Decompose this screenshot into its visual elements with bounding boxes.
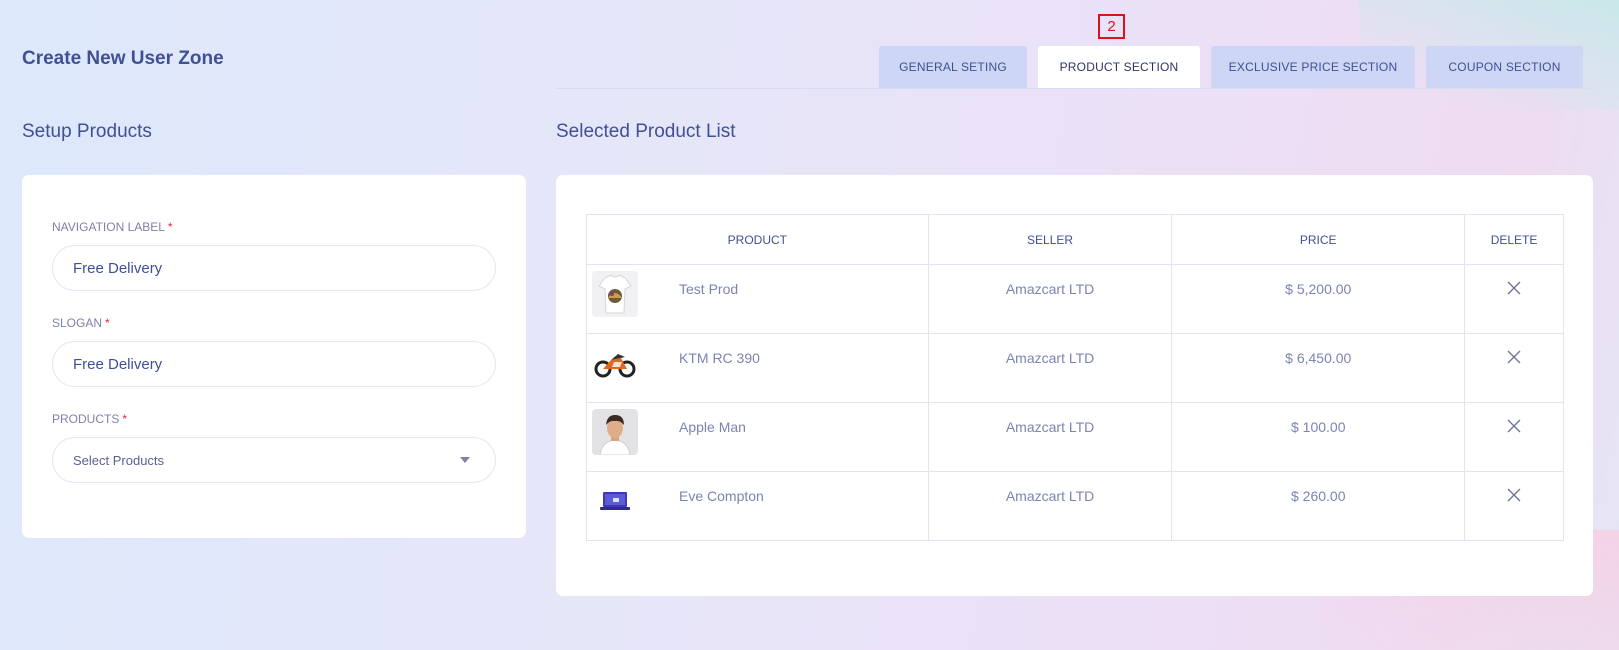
- product-cell: Eve Compton: [586, 471, 929, 541]
- laptop-image: [600, 492, 630, 510]
- product-name: Apple Man: [679, 419, 746, 435]
- delete-button[interactable]: [1507, 419, 1521, 436]
- product-thumbnail: [592, 271, 638, 317]
- product-name: Test Prod: [679, 281, 739, 297]
- close-icon: [1507, 350, 1521, 364]
- close-icon: [1507, 281, 1521, 295]
- section-tabs: GENERAL SETING PRODUCT SECTION EXCLUSIVE…: [556, 46, 1593, 89]
- table-row: Eve Compton Amazcart LTD $ 260.00: [586, 471, 1564, 541]
- tab-product-section[interactable]: PRODUCT SECTION: [1038, 46, 1200, 88]
- delete-cell: [1464, 402, 1564, 472]
- column-header-product: PRODUCT: [586, 214, 929, 265]
- price-cell: $ 260.00: [1171, 471, 1466, 541]
- delete-button[interactable]: [1507, 350, 1521, 367]
- setup-products-card: NAVIGATION LABEL* SLOGAN* PRODUCTS* Sele…: [22, 175, 526, 538]
- seller-cell: Amazcart LTD: [927, 471, 1173, 541]
- column-header-delete: DELETE: [1464, 214, 1564, 265]
- seller-cell: Amazcart LTD: [927, 264, 1173, 334]
- selected-products-card: PRODUCT SELLER PRICE DELETE Test Prod Am…: [556, 175, 1593, 596]
- close-icon: [1507, 419, 1521, 433]
- price-cell: $ 100.00: [1171, 402, 1466, 472]
- column-header-price: PRICE: [1171, 214, 1466, 265]
- delete-button[interactable]: [1507, 281, 1521, 298]
- slogan-label: SLOGAN *: [52, 316, 110, 330]
- setup-products-title: Setup Products: [22, 121, 152, 142]
- products-label: PRODUCTS *: [52, 412, 128, 426]
- tshirt-image: [598, 274, 632, 314]
- table-header-row: PRODUCT SELLER PRICE DELETE: [586, 214, 1564, 265]
- product-thumbnail: [592, 478, 638, 524]
- selected-product-list-title: Selected Product List: [556, 121, 736, 142]
- delete-cell: [1464, 471, 1564, 541]
- price-cell: $ 5,200.00: [1171, 264, 1466, 334]
- product-cell: Apple Man: [586, 402, 929, 472]
- products-select-placeholder: Select Products: [73, 452, 165, 468]
- navigation-label-input[interactable]: [52, 245, 496, 291]
- seller-cell: Amazcart LTD: [927, 333, 1173, 403]
- seller-cell: Amazcart LTD: [927, 402, 1173, 472]
- product-cell: Test Prod: [586, 264, 929, 334]
- page-title: Create New User Zone: [22, 48, 224, 69]
- tab-exclusive-price-section[interactable]: EXCLUSIVE PRICE SECTION: [1211, 46, 1415, 88]
- navigation-label-label: NAVIGATION LABEL *: [52, 220, 173, 234]
- annotation-marker: 2: [1098, 14, 1125, 39]
- chevron-down-icon: [460, 457, 470, 463]
- column-header-seller: SELLER: [927, 214, 1173, 265]
- price-cell: $ 6,450.00: [1171, 333, 1466, 403]
- products-select[interactable]: Select Products: [52, 437, 496, 483]
- product-cell: KTM RC 390: [586, 333, 929, 403]
- product-thumbnail: [592, 340, 638, 386]
- table-row: KTM RC 390 Amazcart LTD $ 6,450.00: [586, 333, 1564, 403]
- tab-general-setting[interactable]: GENERAL SETING: [879, 46, 1027, 88]
- slogan-input[interactable]: [52, 341, 496, 387]
- tab-coupon-section[interactable]: COUPON SECTION: [1426, 46, 1583, 88]
- table-row: Test Prod Amazcart LTD $ 5,200.00: [586, 264, 1564, 334]
- close-icon: [1507, 488, 1521, 502]
- man-image: [599, 415, 631, 455]
- table-row: Apple Man Amazcart LTD $ 100.00: [586, 402, 1564, 472]
- selected-products-table: PRODUCT SELLER PRICE DELETE Test Prod Am…: [586, 214, 1564, 541]
- product-name: KTM RC 390: [679, 350, 760, 366]
- product-thumbnail: [592, 409, 638, 455]
- product-name: Eve Compton: [679, 488, 764, 504]
- delete-button[interactable]: [1507, 488, 1521, 505]
- delete-cell: [1464, 333, 1564, 403]
- delete-cell: [1464, 264, 1564, 334]
- motorcycle-image: [594, 354, 636, 378]
